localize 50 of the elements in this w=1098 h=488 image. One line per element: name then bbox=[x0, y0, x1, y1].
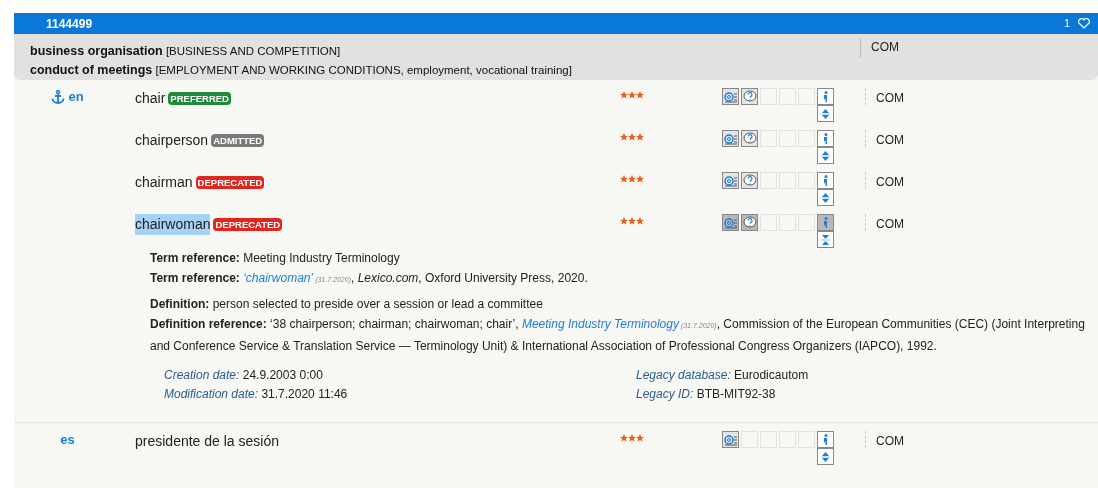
question-icon[interactable] bbox=[741, 88, 758, 105]
reference-icon[interactable] bbox=[722, 88, 739, 105]
domain-text: conduct of meetings [EMPLOYMENT AND WORKING CONDITIONS, employment, vocational training] bbox=[30, 62, 573, 79]
metadata-text: Legacy ID: BTB-MIT92-38 bbox=[636, 386, 777, 403]
person-icon[interactable] bbox=[817, 130, 834, 147]
metadata-text: Modification date: 31.7.2020 11:46 bbox=[164, 386, 349, 403]
owner-code: COM bbox=[871, 39, 899, 56]
term[interactable]: chairwoman bbox=[135, 214, 211, 235]
reference-text: Definition: person selected to preside over a session or lead a committee bbox=[150, 296, 544, 313]
status-label: DEPRECATED bbox=[195, 176, 265, 189]
term[interactable]: chair bbox=[135, 88, 166, 109]
term[interactable]: chairman bbox=[135, 172, 193, 193]
person-icon[interactable] bbox=[817, 214, 834, 231]
favourite-count: 1 bbox=[1063, 16, 1070, 32]
person-icon[interactable] bbox=[817, 172, 834, 189]
reference-icon[interactable] bbox=[722, 172, 739, 189]
language-code[interactable]: es bbox=[60, 429, 75, 450]
owner-code: COM bbox=[876, 433, 904, 450]
entry-id: 1144499 bbox=[46, 15, 93, 33]
anchor-icon bbox=[51, 89, 66, 104]
question-icon[interactable] bbox=[741, 172, 758, 189]
person-icon[interactable] bbox=[817, 88, 834, 105]
reference-link[interactable]: ‘chairwoman’ bbox=[243, 271, 314, 285]
metadata-text: Creation date: 24.9.2003 0:00 bbox=[164, 367, 324, 384]
term[interactable]: presidente de la sesión bbox=[135, 431, 279, 452]
question-icon[interactable] bbox=[741, 214, 758, 231]
reorder-icon[interactable] bbox=[817, 231, 834, 248]
owner-code: COM bbox=[876, 174, 904, 191]
owner-code: COM bbox=[876, 132, 904, 149]
question-icon[interactable] bbox=[741, 130, 758, 147]
owner-code: COM bbox=[876, 216, 904, 233]
domain-text: business organisation [BUSINESS AND COMPETITION] bbox=[30, 43, 342, 60]
term[interactable]: chairperson bbox=[135, 130, 209, 151]
metadata-text: Legacy database: Eurodicautom bbox=[636, 367, 809, 384]
status-label: PREFERRED bbox=[168, 92, 231, 105]
heart-icon[interactable] bbox=[1078, 18, 1090, 29]
person-icon[interactable] bbox=[817, 431, 834, 448]
owner-code: COM bbox=[876, 90, 904, 107]
status-label: DEPRECATED bbox=[213, 218, 283, 231]
reference-icon[interactable] bbox=[722, 130, 739, 147]
reorder-icon[interactable] bbox=[817, 189, 834, 206]
reorder-icon[interactable] bbox=[817, 105, 834, 122]
reference-icon[interactable] bbox=[722, 431, 739, 448]
reference-text: Term reference: Meeting Industry Terminology bbox=[150, 250, 401, 267]
reorder-icon[interactable] bbox=[817, 448, 834, 465]
status-label: ADMITTED bbox=[211, 134, 265, 147]
reorder-icon[interactable] bbox=[817, 147, 834, 164]
language-code[interactable]: en bbox=[68, 86, 84, 107]
reference-icon[interactable] bbox=[722, 214, 739, 231]
reference-link[interactable]: Meeting Industry Terminology bbox=[521, 317, 679, 331]
